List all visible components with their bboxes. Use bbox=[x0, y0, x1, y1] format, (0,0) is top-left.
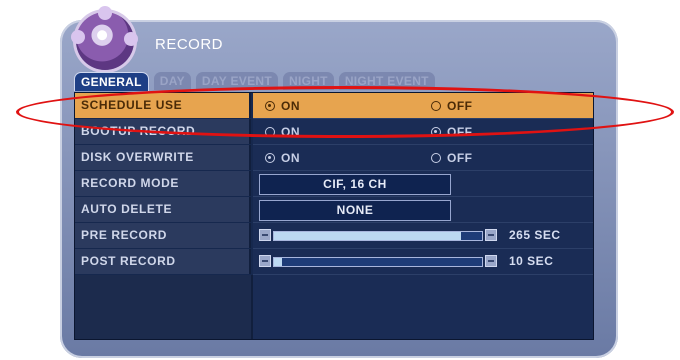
post-record-label: POST RECORD bbox=[75, 249, 251, 274]
settings-panel: SCHEDULE USE ON OFF BOOTUP RECORD ON OFF bbox=[74, 92, 594, 340]
auto-delete-select[interactable]: NONE bbox=[259, 200, 451, 221]
tab-night[interactable]: NIGHT bbox=[282, 72, 334, 90]
increase-button[interactable] bbox=[485, 255, 497, 267]
bootup-record-on-radio[interactable]: ON bbox=[265, 124, 300, 140]
decrease-button[interactable] bbox=[259, 229, 271, 241]
tab-day[interactable]: DAY bbox=[153, 72, 191, 90]
schedule-use-on-radio[interactable]: ON bbox=[265, 98, 300, 114]
slider-track[interactable] bbox=[273, 257, 483, 267]
tab-night-event[interactable]: NIGHT EVENT bbox=[338, 72, 435, 90]
pre-record-label: PRE RECORD bbox=[75, 223, 251, 248]
bootup-record-label: BOOTUP RECORD bbox=[75, 119, 251, 144]
app-logo-icon bbox=[71, 6, 138, 70]
disk-overwrite-on-radio[interactable]: ON bbox=[265, 150, 300, 166]
schedule-use-row: SCHEDULE USE ON OFF bbox=[75, 93, 593, 119]
empty-label-area bbox=[75, 275, 253, 339]
dialog-title: RECORD bbox=[155, 36, 224, 53]
post-record-value: 10 SEC bbox=[509, 254, 554, 268]
post-record-slider[interactable] bbox=[259, 255, 497, 267]
tab-bar: GENERAL DAY DAY EVENT NIGHT NIGHT EVENT bbox=[74, 72, 435, 92]
slider-fill bbox=[274, 258, 283, 266]
decrease-button[interactable] bbox=[259, 255, 271, 267]
record-mode-row: RECORD MODE CIF, 16 CH bbox=[75, 171, 593, 197]
schedule-use-label: SCHEDULE USE bbox=[75, 93, 251, 118]
radio-selected-icon bbox=[265, 101, 275, 111]
slider-fill bbox=[274, 232, 462, 240]
radio-selected-icon bbox=[265, 153, 275, 163]
bootup-record-off-radio[interactable]: OFF bbox=[431, 124, 473, 140]
increase-button[interactable] bbox=[485, 229, 497, 241]
disk-overwrite-row: DISK OVERWRITE ON OFF bbox=[75, 145, 593, 171]
slider-track[interactable] bbox=[273, 231, 483, 241]
pre-record-value: 265 SEC bbox=[509, 228, 561, 242]
auto-delete-row: AUTO DELETE NONE bbox=[75, 197, 593, 223]
radio-unselected-icon bbox=[431, 101, 441, 111]
empty-value-area bbox=[253, 275, 593, 339]
radio-selected-icon bbox=[431, 127, 441, 137]
record-mode-label: RECORD MODE bbox=[75, 171, 251, 196]
record-mode-select[interactable]: CIF, 16 CH bbox=[259, 174, 451, 195]
tab-general[interactable]: GENERAL bbox=[74, 72, 149, 91]
tab-day-event[interactable]: DAY EVENT bbox=[195, 72, 278, 90]
bootup-record-row: BOOTUP RECORD ON OFF bbox=[75, 119, 593, 145]
radio-unselected-icon bbox=[265, 127, 275, 137]
pre-record-row: PRE RECORD 265 SEC bbox=[75, 223, 593, 249]
auto-delete-label: AUTO DELETE bbox=[75, 197, 251, 222]
radio-unselected-icon bbox=[431, 153, 441, 163]
schedule-use-off-radio[interactable]: OFF bbox=[431, 98, 473, 114]
post-record-row: POST RECORD 10 SEC bbox=[75, 249, 593, 275]
disk-overwrite-off-radio[interactable]: OFF bbox=[431, 150, 473, 166]
disk-overwrite-label: DISK OVERWRITE bbox=[75, 145, 251, 170]
pre-record-slider[interactable] bbox=[259, 229, 497, 241]
